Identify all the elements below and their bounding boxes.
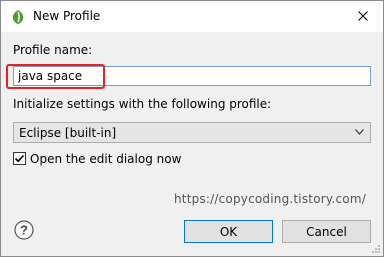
- close-icon: [358, 11, 368, 21]
- resize-grip-icon[interactable]: [371, 244, 381, 254]
- open-dialog-checkbox[interactable]: [13, 152, 26, 165]
- cancel-button[interactable]: Cancel: [282, 220, 371, 243]
- profile-name-field[interactable]: [13, 66, 371, 86]
- eclipse-logo-icon: [12, 10, 24, 24]
- title-bar: New Profile: [1, 1, 383, 32]
- chevron-down-icon: [355, 129, 364, 135]
- close-button[interactable]: [349, 3, 377, 29]
- open-dialog-label: Open the edit dialog now: [30, 152, 182, 166]
- profile-name-label: Profile name:: [13, 43, 93, 57]
- svg-text:?: ?: [20, 223, 28, 238]
- initialize-settings-label: Initialize settings with the following p…: [13, 97, 272, 111]
- dialog-body: Profile name: Initialize settings with t…: [1, 32, 383, 256]
- checkmark-icon: [14, 154, 25, 163]
- help-icon[interactable]: ?: [14, 220, 34, 240]
- new-profile-dialog: New Profile Profile name: Initialize set…: [0, 0, 384, 257]
- watermark-url: https://copycoding.tistory.com/: [174, 192, 366, 206]
- ok-button[interactable]: OK: [184, 220, 273, 243]
- profile-select[interactable]: Eclipse [built-in]: [13, 122, 371, 143]
- profile-select-value: Eclipse [built-in]: [19, 126, 117, 140]
- window-title: New Profile: [33, 9, 101, 23]
